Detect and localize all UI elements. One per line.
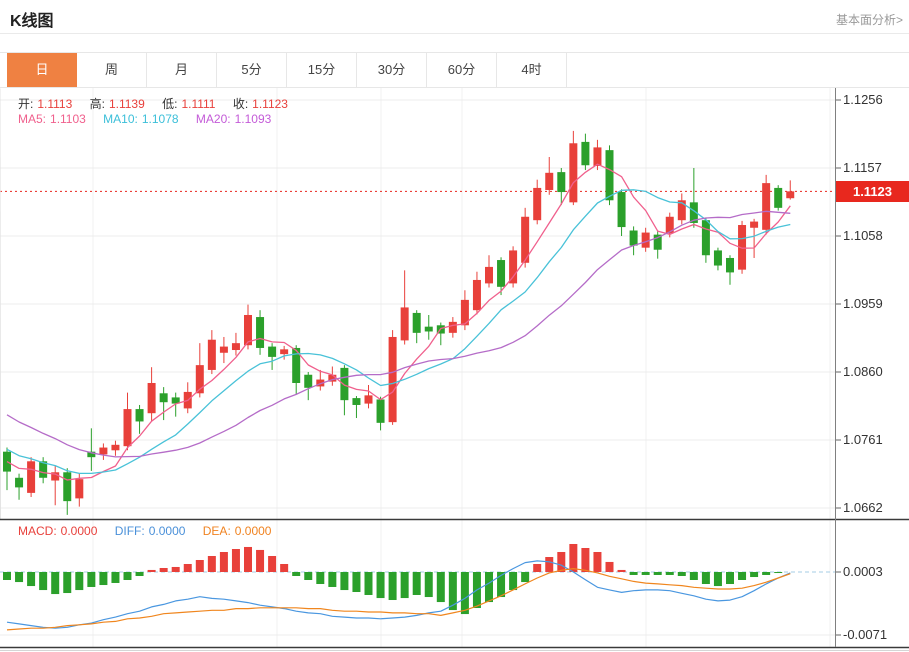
tab-60min[interactable]: 60分 [427, 53, 497, 87]
svg-text:1.1256: 1.1256 [843, 92, 883, 107]
tab-day[interactable]: 日 [7, 53, 77, 87]
tab-15min[interactable]: 15分 [287, 53, 357, 87]
svg-text:0.0003: 0.0003 [843, 564, 883, 579]
tab-month[interactable]: 月 [147, 53, 217, 87]
fundamental-analysis-link[interactable]: 基本面分析> [836, 11, 903, 28]
svg-text:1.0959: 1.0959 [843, 296, 883, 311]
svg-text:1.1157: 1.1157 [843, 160, 882, 175]
page-title: K线图 [10, 13, 54, 30]
page-header: K线图 基本面分析> [0, 0, 909, 34]
chart-area: 1.1256 1.1157 1.1058 1.0959 1.0860 1.0761 1.06… [0, 88, 909, 652]
interval-tabbar: 日 周 月 5分 15分 30分 60分 4时 [0, 52, 909, 88]
svg-text:1.0761: 1.0761 [843, 432, 883, 447]
svg-text:1.0662: 1.0662 [843, 500, 883, 515]
tab-week[interactable]: 周 [77, 53, 147, 87]
tab-5min[interactable]: 5分 [217, 53, 287, 87]
kline-chart[interactable]: 1.1256 1.1157 1.1058 1.0959 1.0860 1.0761 1.06… [0, 88, 909, 652]
last-price-tag: 1.1123 [836, 181, 909, 202]
svg-text:1.0860: 1.0860 [843, 364, 883, 379]
tab-4hour[interactable]: 4时 [497, 53, 567, 87]
svg-text:1.1058: 1.1058 [843, 228, 883, 243]
last-price-value: 1.1123 [852, 184, 893, 199]
svg-text:-0.0071: -0.0071 [843, 627, 887, 642]
tab-30min[interactable]: 30分 [357, 53, 427, 87]
